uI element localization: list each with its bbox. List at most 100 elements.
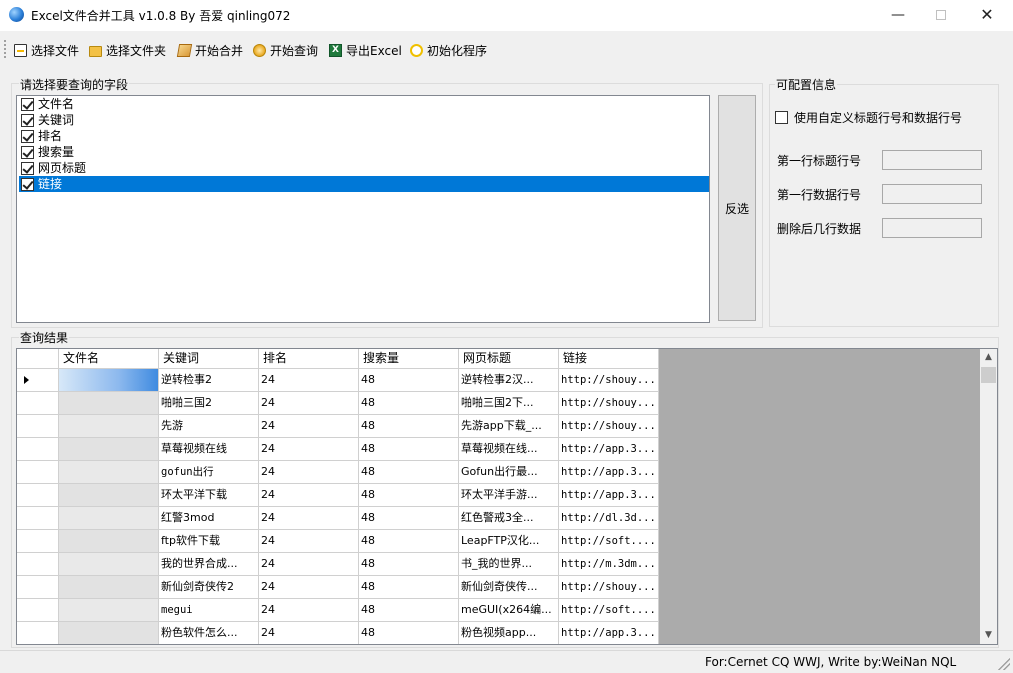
cell-link[interactable]: http://m.3dm... <box>559 553 659 576</box>
field-item-keyword[interactable]: 关键词 <box>19 112 709 128</box>
field-item-rank[interactable]: 排名 <box>19 128 709 144</box>
cell-rank[interactable]: 24 <box>259 415 359 438</box>
checkbox-icon[interactable] <box>21 145 34 159</box>
cell-title[interactable]: 先游app下载_... <box>459 415 559 438</box>
table-row[interactable]: 逆转检事2 24 48 逆转检事2汉... http://shouy... <box>17 369 659 392</box>
checkbox-icon[interactable] <box>21 161 34 175</box>
cell-volume[interactable]: 48 <box>359 461 459 484</box>
cell-rank[interactable]: 24 <box>259 553 359 576</box>
init-program-button[interactable]: 初始化程序 <box>410 41 487 59</box>
cell-keyword[interactable]: 环太平洋下载 <box>159 484 259 507</box>
first-title-row-input[interactable] <box>882 150 982 170</box>
scroll-thumb[interactable] <box>981 367 996 383</box>
table-row[interactable]: 红警3mod 24 48 红色警戒3全... http://dl.3d... <box>17 507 659 530</box>
cell-keyword[interactable]: 红警3mod <box>159 507 259 530</box>
column-header-filename[interactable]: 文件名 <box>59 349 159 369</box>
cell-filename[interactable] <box>59 599 159 622</box>
select-file-button[interactable]: 选择文件 <box>14 41 79 59</box>
start-merge-button[interactable]: 开始合并 <box>176 41 243 59</box>
cell-filename[interactable] <box>59 507 159 530</box>
cell-title[interactable]: meGUI(x264编... <box>459 599 559 622</box>
vertical-scrollbar[interactable]: ▲ ▼ <box>980 349 997 644</box>
checkbox-icon[interactable] <box>21 97 34 111</box>
scroll-up-arrow-icon[interactable]: ▲ <box>980 349 997 366</box>
cell-rank[interactable]: 24 <box>259 392 359 415</box>
grid-corner[interactable] <box>17 349 59 369</box>
cell-volume[interactable]: 48 <box>359 438 459 461</box>
checkbox-icon[interactable] <box>21 113 34 127</box>
cell-volume[interactable]: 48 <box>359 576 459 599</box>
cell-filename[interactable] <box>59 461 159 484</box>
cell-volume[interactable]: 48 <box>359 415 459 438</box>
table-row[interactable]: gofun出行 24 48 Gofun出行最... http://app.3..… <box>17 461 659 484</box>
cell-link[interactable]: http://soft.... <box>559 530 659 553</box>
start-query-button[interactable]: 开始查询 <box>253 41 318 59</box>
row-header[interactable] <box>17 484 59 507</box>
export-excel-button[interactable]: X 导出Excel <box>329 41 402 59</box>
cell-filename[interactable] <box>59 530 159 553</box>
cell-keyword[interactable]: 我的世界合成... <box>159 553 259 576</box>
checkbox-icon[interactable] <box>21 129 34 143</box>
cell-keyword[interactable]: gofun出行 <box>159 461 259 484</box>
cell-volume[interactable]: 48 <box>359 553 459 576</box>
cell-link[interactable]: http://dl.3d... <box>559 507 659 530</box>
cell-title[interactable]: 红色警戒3全... <box>459 507 559 530</box>
cell-volume[interactable]: 48 <box>359 507 459 530</box>
field-item-link[interactable]: 链接 <box>19 176 709 192</box>
cell-title[interactable]: 粉色视频app... <box>459 622 559 644</box>
cell-keyword[interactable]: 新仙剑奇侠传2 <box>159 576 259 599</box>
minimize-button[interactable]: — <box>875 0 921 30</box>
cell-rank[interactable]: 24 <box>259 461 359 484</box>
table-row[interactable]: 先游 24 48 先游app下载_... http://shouy... <box>17 415 659 438</box>
row-header[interactable] <box>17 599 59 622</box>
invert-selection-button[interactable]: 反选 <box>718 95 756 321</box>
cell-filename[interactable] <box>59 438 159 461</box>
cell-link[interactable]: http://app.3... <box>559 461 659 484</box>
table-row[interactable]: ftp软件下载 24 48 LeapFTP汉化... http://soft..… <box>17 530 659 553</box>
table-row[interactable]: 新仙剑奇侠传2 24 48 新仙剑奇侠传... http://shouy... <box>17 576 659 599</box>
column-header-link[interactable]: 链接 <box>559 349 659 369</box>
row-header[interactable] <box>17 438 59 461</box>
table-row[interactable]: 草莓视频在线 24 48 草莓视频在线... http://app.3... <box>17 438 659 461</box>
results-grid[interactable]: 文件名 关键词 排名 搜索量 网页标题 链接 逆转检事2 24 48 逆转检事2… <box>16 348 998 645</box>
field-item-filename[interactable]: 文件名 <box>19 96 709 112</box>
cell-rank[interactable]: 24 <box>259 576 359 599</box>
cell-rank[interactable]: 24 <box>259 438 359 461</box>
column-header-volume[interactable]: 搜索量 <box>359 349 459 369</box>
toolbar-grip[interactable] <box>4 40 7 58</box>
row-header[interactable] <box>17 576 59 599</box>
cell-title[interactable]: 书_我的世界... <box>459 553 559 576</box>
cell-volume[interactable]: 48 <box>359 530 459 553</box>
cell-rank[interactable]: 24 <box>259 507 359 530</box>
cell-keyword[interactable]: 逆转检事2 <box>159 369 259 392</box>
scroll-down-arrow-icon[interactable]: ▼ <box>980 627 997 644</box>
field-item-volume[interactable]: 搜索量 <box>19 144 709 160</box>
row-header[interactable] <box>17 507 59 530</box>
column-header-keyword[interactable]: 关键词 <box>159 349 259 369</box>
cell-rank[interactable]: 24 <box>259 484 359 507</box>
field-item-title[interactable]: 网页标题 <box>19 160 709 176</box>
cell-title[interactable]: 逆转检事2汉... <box>459 369 559 392</box>
row-header[interactable] <box>17 415 59 438</box>
first-data-row-input[interactable] <box>882 184 982 204</box>
cell-link[interactable]: http://app.3... <box>559 622 659 644</box>
table-row[interactable]: 啪啪三国2 24 48 啪啪三国2下... http://shouy... <box>17 392 659 415</box>
column-header-title[interactable]: 网页标题 <box>459 349 559 369</box>
cell-volume[interactable]: 48 <box>359 484 459 507</box>
cell-rank[interactable]: 24 <box>259 599 359 622</box>
checkbox-icon[interactable] <box>21 177 34 191</box>
maximize-button[interactable] <box>918 0 964 30</box>
delete-last-rows-input[interactable] <box>882 218 982 238</box>
cell-rank[interactable]: 24 <box>259 369 359 392</box>
row-header[interactable] <box>17 369 59 392</box>
cell-link[interactable]: http://shouy... <box>559 369 659 392</box>
cell-title[interactable]: LeapFTP汉化... <box>459 530 559 553</box>
cell-filename[interactable] <box>59 369 159 392</box>
custom-rows-option[interactable]: 使用自定义标题行号和数据行号 <box>775 109 962 126</box>
row-header[interactable] <box>17 553 59 576</box>
cell-filename[interactable] <box>59 553 159 576</box>
row-header[interactable] <box>17 530 59 553</box>
cell-title[interactable]: 草莓视频在线... <box>459 438 559 461</box>
cell-link[interactable]: http://shouy... <box>559 415 659 438</box>
cell-keyword[interactable]: 啪啪三国2 <box>159 392 259 415</box>
